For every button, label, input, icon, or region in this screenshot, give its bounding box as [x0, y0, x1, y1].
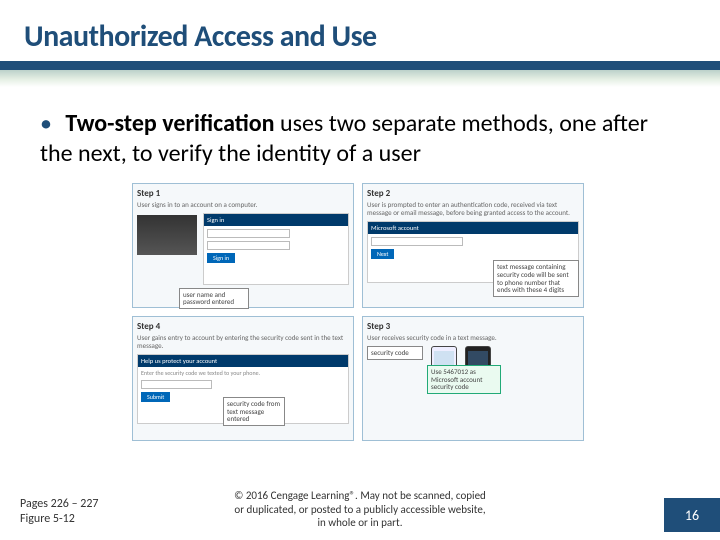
- copyright-line1: © 2016 Cengage Learning®. May not be sca…: [140, 489, 580, 503]
- callout-step2: text message containing security code wi…: [493, 260, 579, 297]
- bullet-dot: •: [40, 109, 52, 138]
- step-label: Step 2: [367, 188, 579, 199]
- protect-panel-header: Help us protect your account: [138, 355, 348, 367]
- slide-title-block: Unauthorized Access and Use: [0, 0, 720, 55]
- next-button: Next: [371, 249, 394, 259]
- footer-copyright: © 2016 Cengage Learning®. May not be sca…: [0, 489, 720, 530]
- step-desc: User is prompted to enter an authenticat…: [367, 201, 579, 217]
- signin-button: Sign in: [207, 253, 235, 263]
- security-code-field: [141, 380, 212, 389]
- bullet-paragraph: • Two-step verification uses two separat…: [0, 87, 720, 173]
- step-label: Step 3: [367, 321, 579, 332]
- copyright-line3: in whole or in part.: [140, 516, 580, 530]
- copyright-line2: or duplicated, or posted to a publicly a…: [140, 503, 580, 517]
- code-field: [371, 237, 463, 246]
- username-field: [207, 229, 290, 238]
- console-image: [137, 215, 197, 255]
- step-desc: User signs in to an account on a compute…: [137, 201, 349, 209]
- signin-panel-header: Sign in: [204, 214, 348, 226]
- password-field: [207, 241, 290, 250]
- slide-number-badge: 16: [664, 498, 720, 532]
- slide-title: Unauthorized Access and Use: [24, 18, 696, 55]
- step-desc: User receives security code in a text me…: [367, 334, 579, 342]
- callout-step1: user name and password entered: [179, 288, 249, 309]
- callout-step3a: security code: [367, 346, 423, 360]
- figure-step-3: Step 3 User receives security code in a …: [362, 316, 584, 441]
- callout-step4: security code from text message entered: [223, 397, 285, 426]
- title-divider-bar: [0, 61, 720, 87]
- account-panel-header: Microsoft account: [368, 222, 578, 234]
- figure-step-1: Step 1 User signs in to an account on a …: [132, 183, 354, 308]
- step-desc: User gains entry to account by entering …: [137, 334, 349, 350]
- step-label: Step 1: [137, 188, 349, 199]
- slide-number: 16: [685, 507, 699, 524]
- figure-step-4: Step 4 User gains entry to account by en…: [132, 316, 354, 441]
- figure-step-2: Step 2 User is prompted to enter an auth…: [362, 183, 584, 308]
- figure-two-step-verification: Step 1 User signs in to an account on a …: [130, 181, 590, 451]
- submit-button: Submit: [141, 392, 170, 402]
- bullet-term: Two-step verification: [65, 109, 274, 138]
- step-label: Step 4: [137, 321, 349, 332]
- callout-step3b: Use 5467012 as Microsoft account securit…: [427, 365, 501, 394]
